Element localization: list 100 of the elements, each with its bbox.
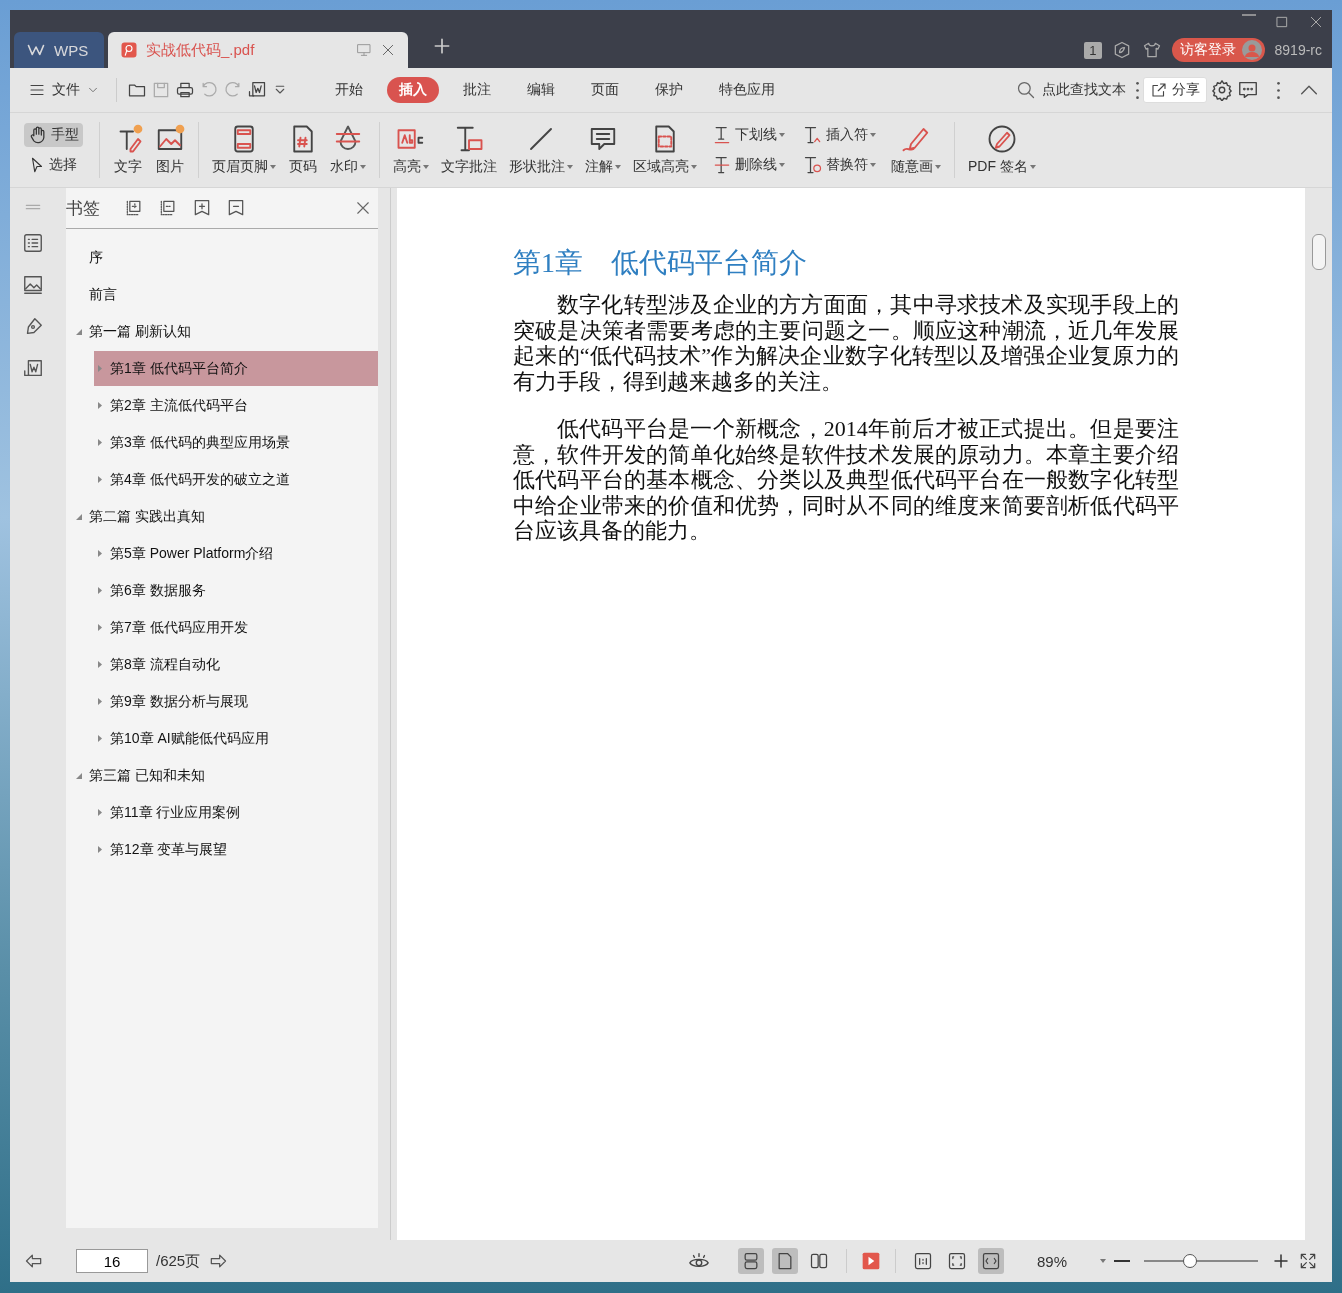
view-mode-button[interactable] bbox=[738, 1248, 764, 1274]
caret-icon bbox=[360, 165, 366, 169]
minimize-icon bbox=[1242, 14, 1256, 16]
ribbon-tool-button[interactable]: 区域高亮 bbox=[628, 122, 702, 178]
slider-thumb[interactable] bbox=[1182, 1254, 1197, 1268]
home-tab[interactable]: WPS bbox=[14, 32, 104, 68]
file-menu[interactable]: 文件 bbox=[22, 78, 106, 102]
bookmark-item[interactable]: 第7章 低代码应用开发 bbox=[94, 610, 378, 645]
remove-bookmark-button[interactable] bbox=[226, 198, 246, 218]
menu-tab[interactable]: 批注 bbox=[451, 77, 503, 103]
collapsed-triangle-icon bbox=[98, 550, 102, 557]
strikethrough-t-icon bbox=[712, 155, 732, 175]
fullscreen-icon bbox=[1298, 1251, 1318, 1271]
bookmark-item[interactable]: 第二篇 实践出真知 bbox=[66, 499, 378, 534]
list-icon bbox=[21, 232, 44, 254]
close-panel-button[interactable] bbox=[354, 199, 372, 217]
share-button[interactable]: 分享 bbox=[1143, 77, 1207, 103]
ribbon-tool-button[interactable]: 下划线 bbox=[708, 123, 789, 147]
select-tool-button[interactable]: 选择 bbox=[24, 153, 83, 177]
close-button[interactable] bbox=[1308, 14, 1324, 30]
ribbon-tool-button[interactable]: 形状批注 bbox=[504, 122, 578, 178]
settings-button[interactable] bbox=[1211, 79, 1233, 101]
fullscreen-button[interactable] bbox=[1298, 1251, 1318, 1271]
caret-icon bbox=[1100, 1259, 1106, 1263]
collapsed-triangle-icon bbox=[98, 698, 102, 705]
bookmark-item[interactable]: 第1章 低代码平台简介 bbox=[94, 351, 378, 386]
maximize-button[interactable] bbox=[1274, 14, 1290, 30]
collapsed-triangle-icon bbox=[98, 587, 102, 594]
expanded-triangle-icon bbox=[76, 328, 82, 335]
menu-tab[interactable]: 页面 bbox=[579, 77, 631, 103]
find-text-button[interactable]: 点此查找文本 bbox=[1010, 77, 1132, 103]
collapsed-triangle-icon bbox=[98, 735, 102, 742]
search-icon bbox=[1016, 80, 1036, 100]
collapsed-triangle-icon bbox=[98, 846, 102, 853]
ribbon-tool-button[interactable]: 水印 bbox=[325, 122, 371, 178]
two-pages-icon bbox=[809, 1251, 829, 1271]
bookmark-item[interactable]: 前言 bbox=[66, 277, 378, 312]
collapsed-triangle-icon bbox=[98, 624, 102, 631]
close-icon bbox=[354, 199, 372, 217]
bookmark-item[interactable]: 第三篇 已知和未知 bbox=[66, 758, 378, 793]
fit-page-icon bbox=[947, 1251, 967, 1271]
ribbon-tool-button[interactable]: 高亮 bbox=[388, 122, 434, 178]
bookmark-item[interactable]: 第2章 主流低代码平台 bbox=[94, 388, 378, 423]
collapsed-triangle-icon bbox=[98, 439, 102, 446]
ribbon-tool-button[interactable]: 随意画 bbox=[886, 122, 946, 178]
menu-tab[interactable]: 开始 bbox=[323, 77, 375, 103]
ribbon-tool-button[interactable]: 插入符 bbox=[799, 123, 880, 147]
bookmark-item[interactable]: 第11章 行业应用案例 bbox=[94, 795, 378, 830]
thumbnails-button[interactable] bbox=[21, 274, 44, 296]
menu-tab[interactable]: 特色应用 bbox=[707, 77, 787, 103]
hand-tool-button[interactable]: 手型 bbox=[24, 123, 83, 147]
menu-tab[interactable]: 保护 bbox=[643, 77, 695, 103]
bookmark-item[interactable]: 第10章 AI赋能低代码应用 bbox=[94, 721, 378, 756]
zoom-level: 89% bbox=[1036, 1252, 1068, 1270]
plus-icon bbox=[1272, 1252, 1290, 1270]
window-count-badge[interactable]: 1 bbox=[1084, 41, 1102, 59]
avatar-icon bbox=[1241, 40, 1262, 60]
scrollbar-thumb[interactable] bbox=[1311, 234, 1326, 270]
bookmark-minus-icon bbox=[226, 198, 246, 218]
comment-button[interactable] bbox=[1237, 79, 1259, 101]
collapsed-triangle-icon bbox=[98, 365, 102, 372]
add-bookmark-button[interactable] bbox=[192, 198, 212, 218]
menu-tab[interactable]: 插入 bbox=[387, 77, 439, 103]
more-vertical-icon bbox=[1136, 81, 1139, 99]
bookmark-item[interactable]: 第一篇 刷新认知 bbox=[66, 314, 378, 349]
bookmark-item[interactable]: 第5章 Power Platform介绍 bbox=[94, 536, 378, 571]
ribbon-tool-button[interactable]: 文字批注 bbox=[436, 122, 502, 178]
bookmark-plus-icon bbox=[192, 198, 212, 218]
save-icon bbox=[151, 80, 171, 100]
more-button[interactable] bbox=[1277, 81, 1280, 99]
ribbon-tool-button[interactable]: 删除线 bbox=[708, 153, 789, 177]
ribbon-tool-button[interactable]: 文字 bbox=[108, 122, 148, 178]
fit-mode-button[interactable] bbox=[978, 1248, 1004, 1274]
play-button[interactable] bbox=[861, 1251, 881, 1271]
more-vertical-icon bbox=[1277, 81, 1280, 99]
login-button[interactable]: 访客登录 bbox=[1171, 38, 1265, 62]
ribbon-tool-button[interactable]: PDF 签名 bbox=[963, 122, 1041, 178]
ribbon-tool-button[interactable]: 图片 bbox=[150, 122, 190, 178]
bookmark-item[interactable]: 第8章 流程自动化 bbox=[94, 647, 378, 682]
zoom-in-button[interactable] bbox=[1272, 1252, 1290, 1270]
menu-tab[interactable]: 编辑 bbox=[515, 77, 567, 103]
caret-icon bbox=[567, 165, 573, 169]
print-button[interactable] bbox=[175, 80, 195, 100]
zoom-dropdown[interactable] bbox=[1100, 1259, 1106, 1263]
outline-button[interactable] bbox=[21, 232, 44, 254]
ribbon-tool-button[interactable]: 注解 bbox=[580, 122, 626, 178]
bookmark-item[interactable]: 第9章 数据分析与展现 bbox=[94, 684, 378, 719]
caret-icon bbox=[423, 165, 429, 169]
bookmark-item[interactable]: 第4章 低代码开发的破立之道 bbox=[94, 462, 378, 497]
bookmark-item[interactable]: 第3章 低代码的典型应用场景 bbox=[94, 425, 378, 460]
ribbon-tool-button[interactable]: 替换符 bbox=[799, 153, 880, 177]
pdf-file-icon bbox=[120, 41, 138, 59]
ribbon-tool-button[interactable]: 页码 bbox=[283, 122, 323, 178]
page-number-field[interactable]: 16 bbox=[76, 1249, 148, 1273]
ribbon-tool-button[interactable]: 页眉页脚 bbox=[207, 122, 281, 178]
plus-icon bbox=[432, 36, 452, 56]
bookmark-item[interactable]: 第12章 变革与展望 bbox=[94, 832, 378, 867]
bookmark-item[interactable]: 序 bbox=[66, 240, 378, 275]
bookmark-item[interactable]: 第6章 数据服务 bbox=[94, 573, 378, 608]
view-mode-button[interactable] bbox=[772, 1248, 798, 1274]
